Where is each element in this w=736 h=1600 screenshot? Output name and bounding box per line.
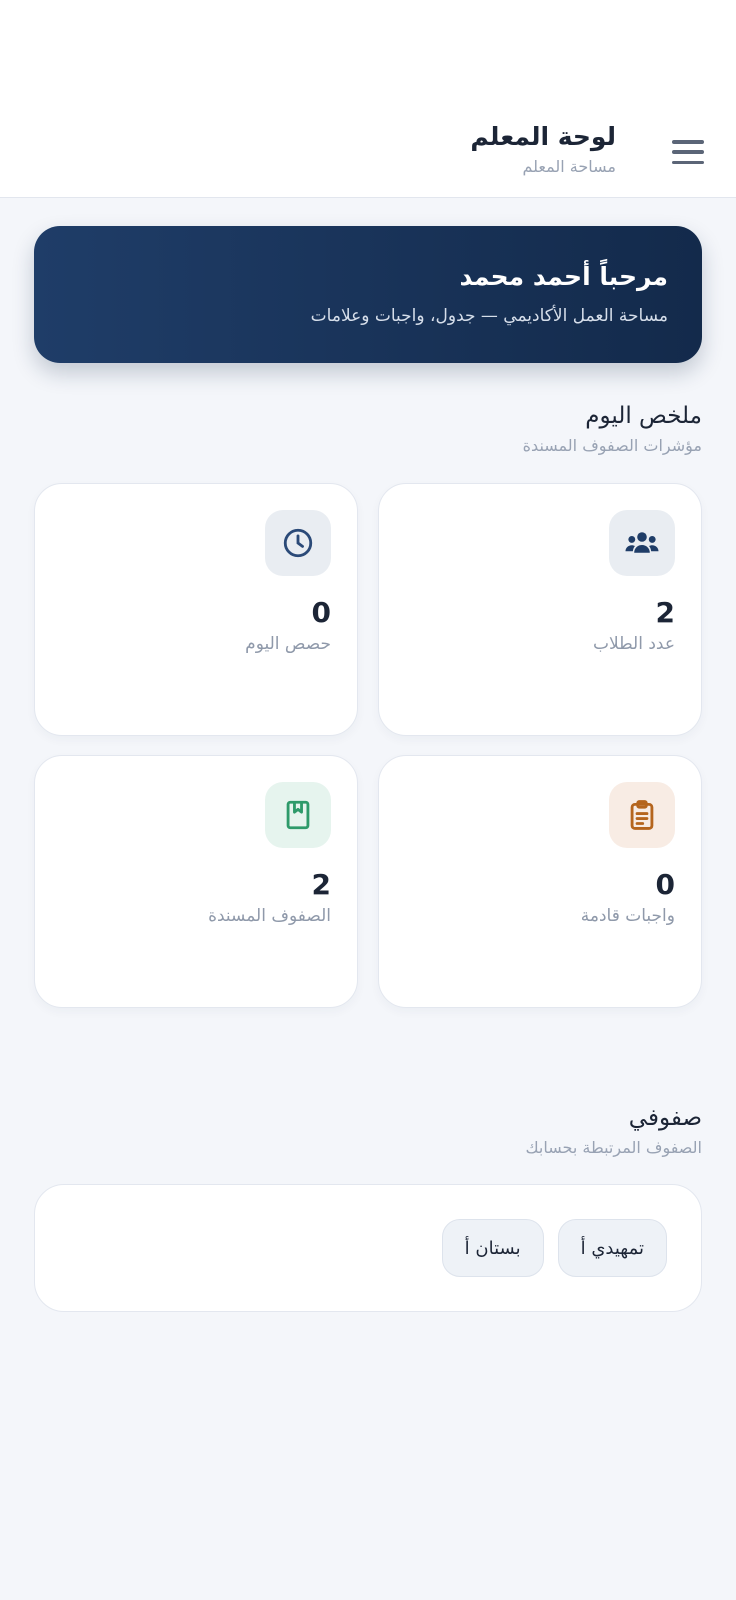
menu-icon-line bbox=[672, 140, 704, 144]
classes-section-header: صفوفي الصفوف المرتبطة بحسابك bbox=[525, 1102, 702, 1160]
stat-value: 2 bbox=[655, 596, 675, 629]
classes-title: صفوفي bbox=[628, 1105, 702, 1131]
classes-subtitle: الصفوف المرتبطة بحسابك bbox=[525, 1138, 702, 1157]
stat-label: عدد الطلاب bbox=[592, 634, 675, 654]
summary-section-header: ملخص اليوم مؤشرات الصفوف المسندة bbox=[523, 400, 702, 458]
menu-icon-line bbox=[672, 160, 704, 164]
summary-subtitle: مؤشرات الصفوف المسندة bbox=[522, 436, 702, 455]
stat-value: 0 bbox=[655, 868, 675, 901]
clock-icon bbox=[265, 510, 331, 576]
stat-label: الصفوف المسندة bbox=[208, 906, 331, 926]
class-chip[interactable]: بستان أ bbox=[441, 1219, 544, 1277]
stat-value: 2 bbox=[311, 868, 331, 901]
stat-card-upcoming-assignments[interactable]: 0 واجبات قادمة bbox=[378, 755, 702, 1008]
app-subtitle: مساحة المعلم bbox=[522, 157, 616, 176]
classes-card: تمهيدي أ بستان أ bbox=[34, 1184, 702, 1312]
stat-card-students[interactable]: 2 عدد الطلاب bbox=[378, 483, 702, 736]
welcome-banner: مرحباً أحمد محمد مساحة العمل الأكاديمي —… bbox=[34, 226, 702, 363]
top-app-bar: لوحة المعلم مساحة المعلم bbox=[0, 0, 736, 198]
menu-icon-line bbox=[672, 150, 704, 154]
bookmark-book-icon bbox=[265, 782, 331, 848]
menu-icon[interactable] bbox=[672, 140, 704, 164]
stat-label: حصص اليوم bbox=[245, 634, 331, 654]
summary-title: ملخص اليوم bbox=[585, 403, 702, 429]
welcome-title: مرحباً أحمد محمد bbox=[459, 262, 668, 291]
stat-card-assigned-classes[interactable]: 2 الصفوف المسندة bbox=[34, 755, 358, 1008]
students-icon bbox=[609, 510, 675, 576]
class-chip[interactable]: تمهيدي أ bbox=[557, 1219, 667, 1277]
clipboard-icon bbox=[609, 782, 675, 848]
app-title: لوحة المعلم bbox=[470, 122, 616, 151]
stat-value: 0 bbox=[311, 596, 331, 629]
stat-label: واجبات قادمة bbox=[580, 906, 675, 926]
stat-card-today-lessons[interactable]: 0 حصص اليوم bbox=[34, 483, 358, 736]
welcome-subtitle: مساحة العمل الأكاديمي — جدول، واجبات وعل… bbox=[310, 306, 668, 326]
app-title-group: لوحة المعلم مساحة المعلم bbox=[470, 120, 616, 178]
